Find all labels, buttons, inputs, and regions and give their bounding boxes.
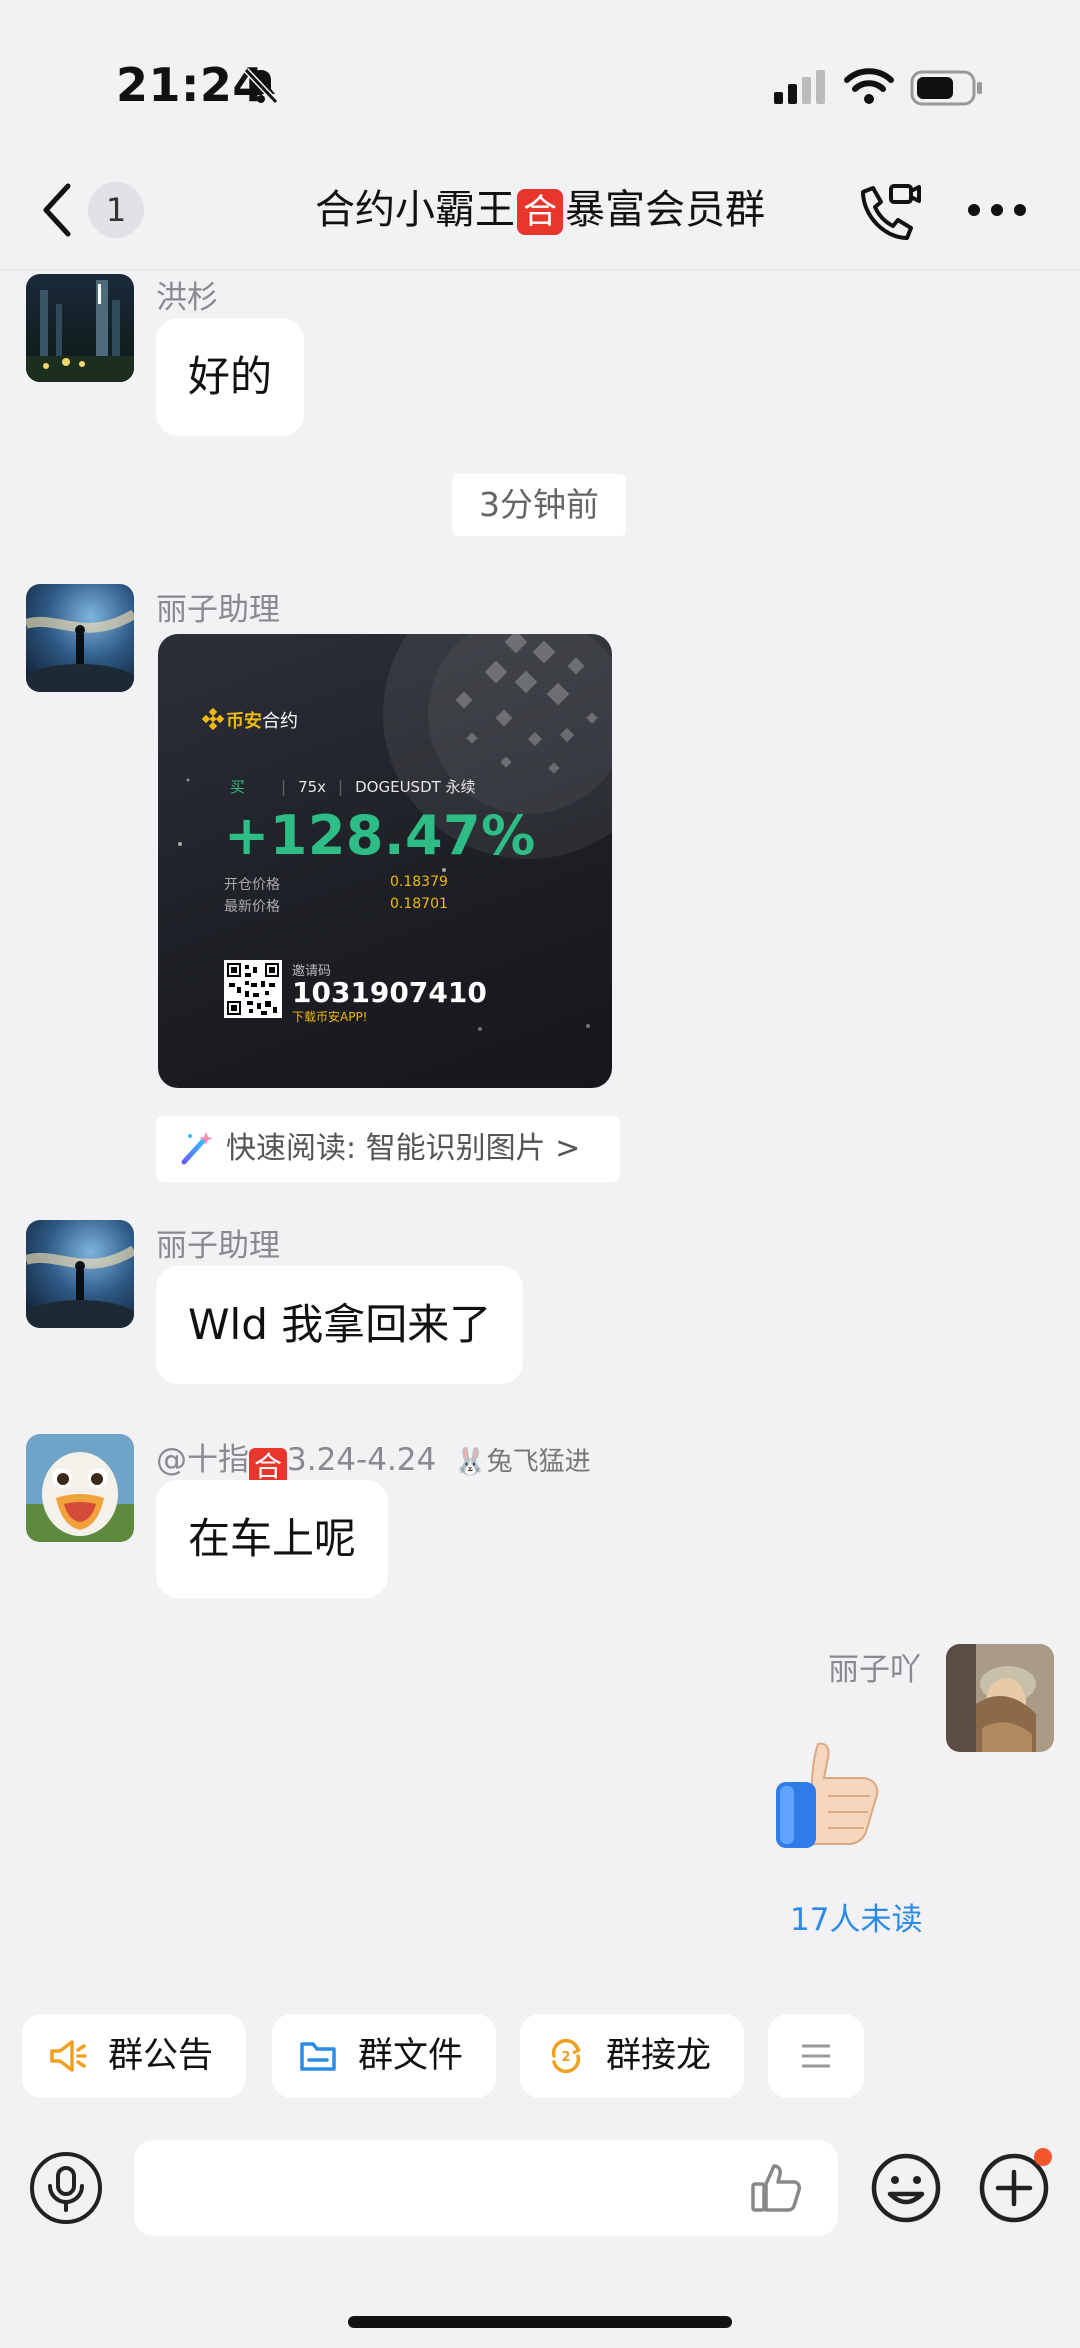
card-divider: | bbox=[281, 778, 287, 796]
binance-logo-icon bbox=[202, 708, 224, 730]
announcement-label: 群公告 bbox=[108, 2036, 214, 2076]
status-bar: 21:24 bbox=[0, 0, 1080, 160]
group-files-button[interactable]: 群文件 bbox=[272, 2014, 496, 2098]
home-indicator[interactable] bbox=[348, 2316, 732, 2328]
megaphone-icon bbox=[50, 2040, 87, 2072]
sender-name-suffix: 3.24-4.24 bbox=[287, 1442, 437, 1478]
more-actions-button[interactable] bbox=[768, 2014, 864, 2098]
card-symbol: DOGEUSDT 永续 bbox=[355, 778, 476, 796]
read-status[interactable]: 17人未读 bbox=[790, 1894, 922, 1939]
download-text: 下载币安APP! bbox=[292, 1010, 368, 1024]
more-icon[interactable] bbox=[966, 202, 1028, 218]
chat-title-part2: 暴富会员群 bbox=[565, 187, 765, 233]
relay-label: 群接龙 bbox=[606, 2036, 712, 2076]
emoji-icon[interactable] bbox=[870, 2152, 942, 2224]
sender-name: 丽子助理 bbox=[156, 1228, 280, 1264]
title-badge: 合 bbox=[517, 189, 563, 235]
unread-count-badge[interactable]: 1 bbox=[88, 182, 144, 238]
chat-title: 合约小霸王合暴富会员群 bbox=[200, 182, 880, 238]
avatar[interactable] bbox=[26, 274, 134, 382]
rabbit-icon: 🐰 bbox=[454, 1447, 487, 1477]
thumbs-up-outline-icon[interactable] bbox=[748, 2160, 804, 2216]
card-brand-suffix: 合约 bbox=[262, 711, 298, 732]
notification-dot bbox=[1034, 2148, 1052, 2166]
menu-icon bbox=[802, 2044, 830, 2068]
card-brand-name: 币安 bbox=[226, 711, 262, 732]
thumbs-up-icon[interactable] bbox=[770, 1736, 888, 1854]
avatar[interactable] bbox=[26, 1434, 134, 1542]
card-divider: | bbox=[338, 778, 344, 796]
time-divider: 3分钟前 bbox=[452, 474, 626, 536]
message-input[interactable] bbox=[134, 2140, 838, 2236]
card-open-price: 0.18379 bbox=[390, 874, 448, 890]
bell-slash-icon bbox=[243, 67, 279, 105]
signal-icon bbox=[774, 70, 825, 104]
message-bubble[interactable]: Wld 我拿回来了 bbox=[156, 1266, 524, 1384]
card-last-label: 最新价格 bbox=[224, 899, 280, 915]
avatar[interactable] bbox=[26, 1220, 134, 1328]
sender-name-prefix: @十指 bbox=[156, 1442, 249, 1478]
card-open-label: 开仓价格 bbox=[224, 877, 280, 893]
group-files-label: 群文件 bbox=[358, 2036, 464, 2076]
message-bubble[interactable]: 在车上呢 bbox=[156, 1480, 389, 1598]
video-call-icon[interactable] bbox=[855, 180, 923, 244]
sender-name: @十指合 3.24-4.24 🐰兔飞猛进 bbox=[156, 1434, 591, 1486]
mic-icon bbox=[48, 2166, 84, 2212]
avatar[interactable] bbox=[946, 1644, 1054, 1752]
message-bubble[interactable]: 好的 bbox=[156, 318, 305, 436]
card-brand: 币安合约 bbox=[226, 707, 298, 733]
qr-code bbox=[224, 960, 282, 1018]
card-pnl: +128.47% bbox=[224, 804, 536, 867]
quick-read-label: 快速阅读: 智能识别图片 > bbox=[226, 1131, 581, 1166]
relay-icon: 2 bbox=[551, 2038, 581, 2074]
member-title-tag: 🐰兔飞猛进 bbox=[454, 1447, 590, 1477]
invite-code: 1031907410 bbox=[292, 976, 487, 1009]
card-last-price: 0.18701 bbox=[390, 896, 448, 912]
card-leverage: 75x bbox=[298, 778, 327, 796]
svg-text:2: 2 bbox=[561, 2050, 570, 2065]
magic-wand-icon bbox=[181, 1132, 213, 1165]
chat-title-part1: 合约小霸王 bbox=[315, 187, 515, 233]
voice-input-button[interactable] bbox=[30, 2152, 102, 2224]
nav-bar: 1 合约小霸王合暴富会员群 bbox=[0, 160, 1080, 270]
quick-read-button[interactable]: 快速阅读: 智能识别图片 > bbox=[156, 1116, 620, 1182]
sender-name: 洪杉 bbox=[156, 280, 218, 316]
member-title: 兔飞猛进 bbox=[486, 1447, 591, 1477]
trade-card-image[interactable]: 币安合约 买 | 75x | DOGEUSDT 永续 +128.47% 开仓价格 0.1… bbox=[158, 634, 612, 1088]
wifi-icon bbox=[844, 68, 894, 104]
battery-icon bbox=[910, 70, 982, 106]
card-position-row: 买 | 75x | DOGEUSDT 永续 bbox=[230, 776, 476, 797]
folder-icon bbox=[300, 2042, 336, 2071]
sender-name: 丽子助理 bbox=[156, 592, 280, 628]
chevron-left-icon[interactable] bbox=[38, 180, 78, 240]
avatar[interactable] bbox=[26, 584, 134, 692]
card-side: 买 bbox=[230, 778, 246, 796]
relay-button[interactable]: 2 群接龙 bbox=[520, 2014, 744, 2098]
announcement-button[interactable]: 群公告 bbox=[22, 2014, 246, 2098]
sender-name: 丽子吖 bbox=[828, 1652, 921, 1688]
